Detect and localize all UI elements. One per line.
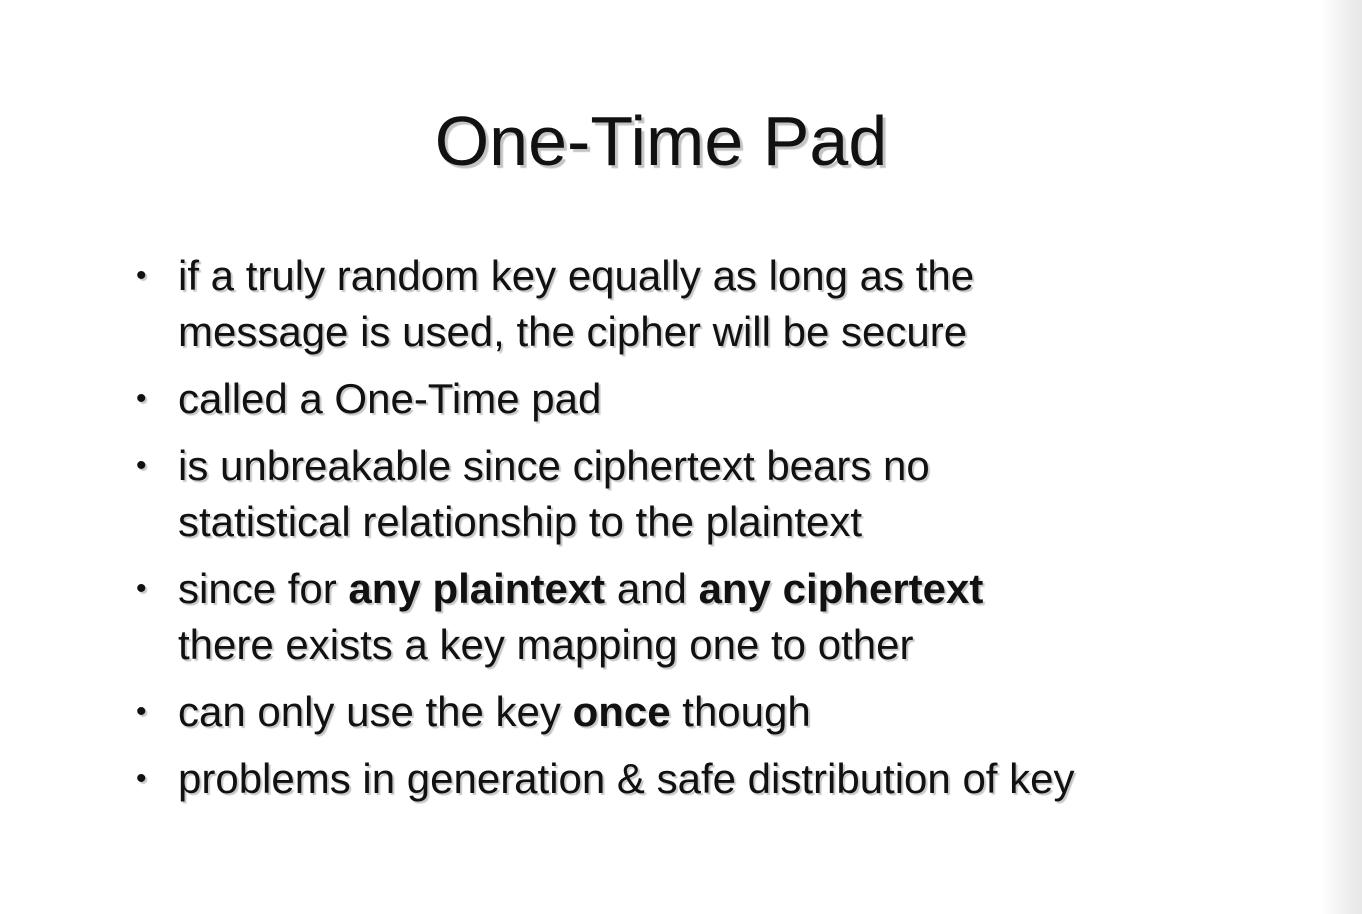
bullet-emphasis-text: once	[572, 688, 671, 735]
bullet-line: there exists a key mapping one to other	[178, 617, 1240, 673]
bullet-text: is unbreakable since ciphertext bears no	[178, 442, 930, 489]
bullet-item: • can only use the key once though	[130, 684, 1240, 740]
bullet-dot-icon: •	[136, 259, 147, 292]
bullet-dot-icon: •	[136, 762, 147, 795]
bullet-dot-icon: •	[136, 382, 147, 415]
bullet-line: called a One-Time pad	[178, 371, 1240, 427]
bullet-text: there exists a key mapping one to other	[178, 621, 914, 668]
bullet-line: problems in generation & safe distributi…	[178, 751, 1240, 807]
bullet-line: message is used, the cipher will be secu…	[178, 304, 1240, 360]
bullet-item: • since for any plaintext and any ciphert…	[130, 561, 1240, 673]
bullet-line: if a truly random key equally as long as…	[178, 248, 1240, 304]
bullet-text: if a truly random key equally as long as…	[178, 252, 975, 299]
bullet-text: and	[605, 565, 699, 612]
bullet-line: statistical relationship to the plaintex…	[178, 494, 1240, 550]
bullet-line: since for any plaintext and any cipherte…	[178, 561, 1240, 617]
bullet-list: • if a truly random key equally as long a…	[130, 248, 1240, 818]
bullet-item: • called a One-Time pad	[130, 371, 1240, 427]
bullet-text: called a One-Time pad	[178, 375, 602, 422]
bullet-dot-icon: •	[136, 695, 147, 728]
bullet-line: is unbreakable since ciphertext bears no	[178, 438, 1240, 494]
bullet-text: statistical relationship to the plaintex…	[178, 498, 863, 545]
bullet-text: problems in generation & safe distributi…	[178, 755, 1075, 802]
slide: One-Time Pad • if a truly random key equa…	[0, 0, 1362, 914]
bullet-item: • if a truly random key equally as long a…	[130, 248, 1240, 360]
bullet-text: though	[670, 688, 811, 735]
bullet-item: • is unbreakable since ciphertext bears n…	[130, 438, 1240, 550]
slide-title: One-Time Pad	[434, 102, 888, 180]
bullet-dot-icon: •	[136, 449, 147, 482]
bullet-text: message is used, the cipher will be secu…	[178, 308, 968, 355]
bullet-text: since for	[178, 565, 349, 612]
bullet-item: • problems in generation & safe distribut…	[130, 751, 1240, 807]
slide-edge-shade	[1322, 0, 1362, 914]
bullet-emphasis-text: any ciphertext	[698, 565, 984, 612]
bullet-line: can only use the key once though	[178, 684, 1240, 740]
bullet-dot-icon: •	[136, 572, 147, 605]
bullet-emphasis-text: any plaintext	[348, 565, 606, 612]
bullet-text: can only use the key	[178, 688, 573, 735]
